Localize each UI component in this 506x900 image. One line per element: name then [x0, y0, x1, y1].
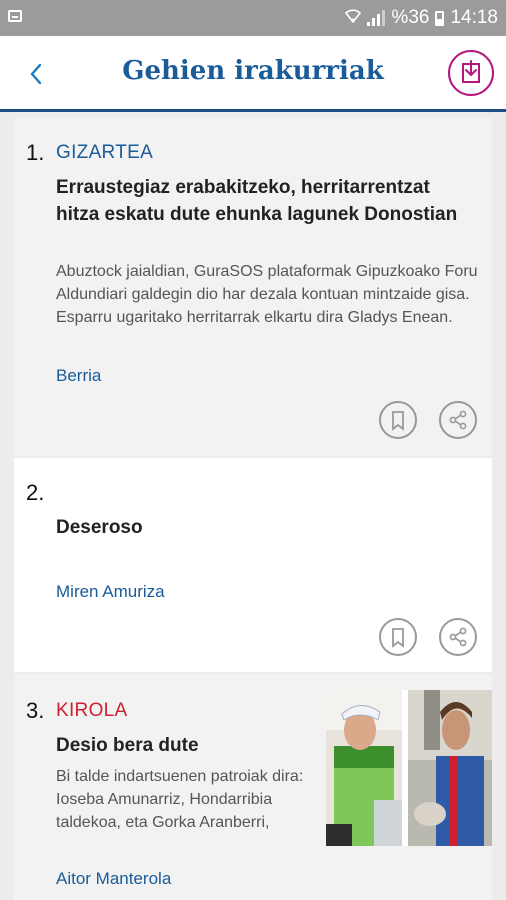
article-card-3[interactable]: 3. KIROLA Desio bera dute Bi talde indar…	[14, 674, 492, 900]
article-section[interactable]: KIROLA	[56, 700, 128, 722]
article-author[interactable]: Aitor Manterola	[56, 869, 171, 889]
article-author[interactable]: Berria	[56, 366, 101, 386]
share-button[interactable]	[439, 401, 477, 439]
article-headline[interactable]: Erraustegiaz erabakitzeko, herritarrentz…	[56, 174, 476, 228]
bookmark-button[interactable]	[379, 401, 417, 439]
article-rank: 1.	[26, 140, 45, 165]
bookmark-button[interactable]	[379, 618, 417, 656]
signal-icon	[367, 10, 386, 26]
article-section[interactable]: GIZARTEA	[56, 142, 153, 164]
article-headline[interactable]: Desio bera dute	[56, 732, 316, 759]
battery-icon	[435, 10, 445, 26]
notification-icon	[8, 10, 22, 22]
article-headline[interactable]: Deseroso	[56, 514, 476, 541]
article-card-2[interactable]: 2. Deseroso Miren Amuriza	[14, 458, 492, 672]
clock: 14:18	[450, 7, 498, 28]
bookmark-icon	[392, 628, 404, 648]
download-icon	[462, 60, 480, 83]
status-bar: %36 14:18	[0, 0, 506, 36]
share-icon	[449, 627, 467, 647]
article-summary: Abuztock jaialdian, GuraSOS plataformak …	[56, 263, 478, 326]
battery-percent: %36	[391, 7, 430, 28]
article-card-1[interactable]: 1. GIZARTEA Erraustegiaz erabakitzeko, h…	[14, 118, 492, 456]
app-header: Gehien irakurriak	[0, 36, 506, 112]
download-button[interactable]	[448, 50, 494, 96]
article-author[interactable]: Miren Amuriza	[56, 582, 165, 602]
article-rank: 3.	[26, 698, 45, 723]
bookmark-icon	[392, 411, 404, 431]
share-button[interactable]	[439, 618, 477, 656]
article-summary: Bi talde indartsuenen patroiak dira: Ios…	[56, 768, 304, 831]
page-title: Gehien irakurriak	[122, 56, 384, 86]
article-photo[interactable]	[326, 690, 492, 846]
share-icon	[449, 410, 467, 430]
article-rank: 2.	[26, 480, 45, 505]
wifi-icon	[345, 9, 362, 27]
